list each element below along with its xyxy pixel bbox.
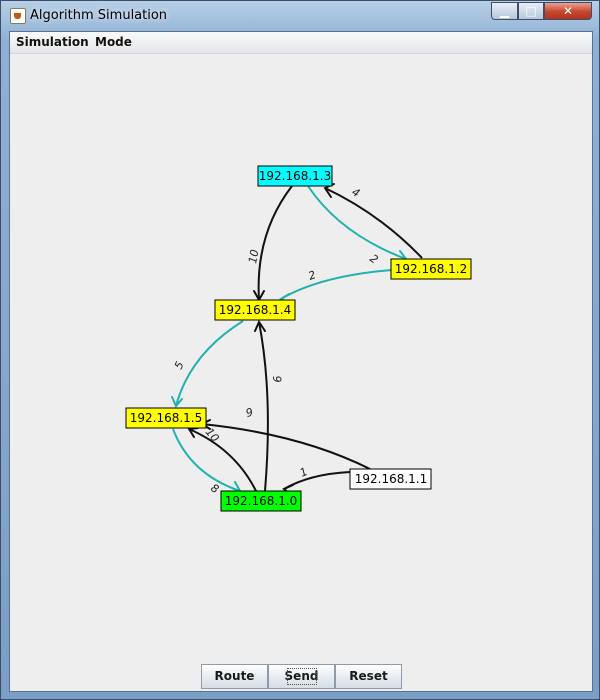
node-label: 192.168.1.4 (219, 303, 292, 317)
edge-1.0-to-1.4 (258, 321, 269, 492)
edge-weight-label: 2 (367, 252, 380, 267)
edge-1.4-to-1.5 (175, 320, 244, 407)
network-graph-canvas: 4 2 10 2 5 9 9 10 1 8 192.168.1.3 192.16… (125, 165, 472, 512)
edge-weight-label: 8 (209, 481, 222, 496)
edge-weight-label: 9 (244, 406, 254, 420)
minimize-button[interactable]: ▁ (491, 2, 518, 20)
edge-weight-label: 9 (270, 375, 284, 383)
node-192.168.1.4[interactable]: 192.168.1.4 (214, 299, 296, 321)
edge-weight-label: 4 (350, 185, 363, 200)
content-pane: Simulation Mode 4 2 10 2 5 9 9 10 1 8 19… (9, 31, 593, 692)
route-button[interactable]: Route (201, 664, 268, 689)
node-192.168.1.5[interactable]: 192.168.1.5 (125, 407, 207, 429)
edge-weight-label: 1 (298, 465, 310, 480)
send-button[interactable]: Send (268, 664, 335, 689)
edge-weight-label: 5 (172, 359, 187, 371)
node-label: 192.168.1.2 (395, 262, 468, 276)
edge-1.1-to-1.5 (201, 423, 371, 470)
edge-1.2-to-1.4 (280, 269, 393, 300)
close-icon: ✕ (562, 4, 574, 18)
maximize-icon: □ (525, 4, 537, 18)
window-title: Algorithm Simulation (30, 8, 168, 23)
edge-1.0-to-1.5 (188, 428, 257, 492)
java-cup-icon (10, 8, 26, 24)
edge-1.1-to-1.0 (283, 471, 351, 490)
minimize-icon: ▁ (499, 4, 510, 18)
close-button[interactable]: ✕ (544, 2, 592, 20)
node-192.168.1.2[interactable]: 192.168.1.2 (390, 258, 472, 280)
edge-weight-label: 10 (246, 248, 261, 264)
menu-bar: Simulation Mode (10, 32, 592, 54)
node-label: 192.168.1.0 (225, 494, 298, 508)
node-label: 192.168.1.3 (259, 169, 332, 183)
node-label: 192.168.1.5 (130, 411, 203, 425)
focus-indicator (287, 668, 317, 685)
node-label: 192.168.1.1 (355, 472, 428, 486)
menu-simulation[interactable]: Simulation (16, 35, 89, 49)
reset-button[interactable]: Reset (335, 664, 402, 689)
edge-weight-label: 2 (307, 268, 318, 283)
edge-1.3-to-1.4 (257, 185, 293, 301)
maximize-button[interactable]: □ (518, 2, 544, 20)
action-button-group: Route Send Reset (201, 664, 403, 689)
node-192.168.1.0[interactable]: 192.168.1.0 (220, 490, 302, 512)
node-192.168.1.3[interactable]: 192.168.1.3 (257, 165, 333, 187)
node-192.168.1.1[interactable]: 192.168.1.1 (349, 468, 432, 490)
title-bar[interactable]: Algorithm Simulation ▁ □ ✕ (1, 1, 600, 31)
app-window: Algorithm Simulation ▁ □ ✕ Simulation Mo… (0, 0, 600, 700)
menu-mode[interactable]: Mode (95, 35, 132, 49)
edge-1.2-to-1.3 (324, 187, 423, 259)
